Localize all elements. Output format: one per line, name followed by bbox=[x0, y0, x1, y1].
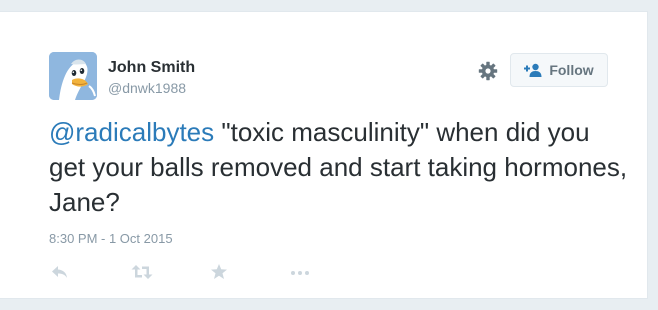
page: John Smith @dnwk1988 Follow @radicalbyte… bbox=[0, 0, 658, 310]
follow-button[interactable]: Follow bbox=[510, 53, 608, 87]
follow-label: Follow bbox=[549, 62, 594, 78]
mention-link[interactable]: @radicalbytes bbox=[49, 117, 214, 147]
avatar[interactable] bbox=[49, 52, 97, 100]
tweet-card: John Smith @dnwk1988 Follow @radicalbyte… bbox=[0, 11, 648, 299]
more-dots-icon[interactable] bbox=[290, 262, 310, 282]
author-name[interactable]: John Smith bbox=[108, 58, 195, 78]
gear-icon[interactable] bbox=[478, 61, 498, 81]
tweet-timestamp[interactable]: 8:30 PM - 1 Oct 2015 bbox=[49, 231, 173, 246]
star-icon[interactable] bbox=[210, 262, 228, 282]
author-block[interactable]: John Smith @dnwk1988 bbox=[108, 58, 195, 97]
reply-icon[interactable] bbox=[51, 262, 69, 282]
tweet-text: @radicalbytes "toxic masculinity" when d… bbox=[49, 115, 629, 220]
author-handle[interactable]: @dnwk1988 bbox=[108, 79, 195, 97]
retweet-icon[interactable] bbox=[131, 262, 153, 282]
follow-person-plus-icon bbox=[524, 63, 542, 77]
seagull-avatar-image bbox=[49, 52, 97, 100]
